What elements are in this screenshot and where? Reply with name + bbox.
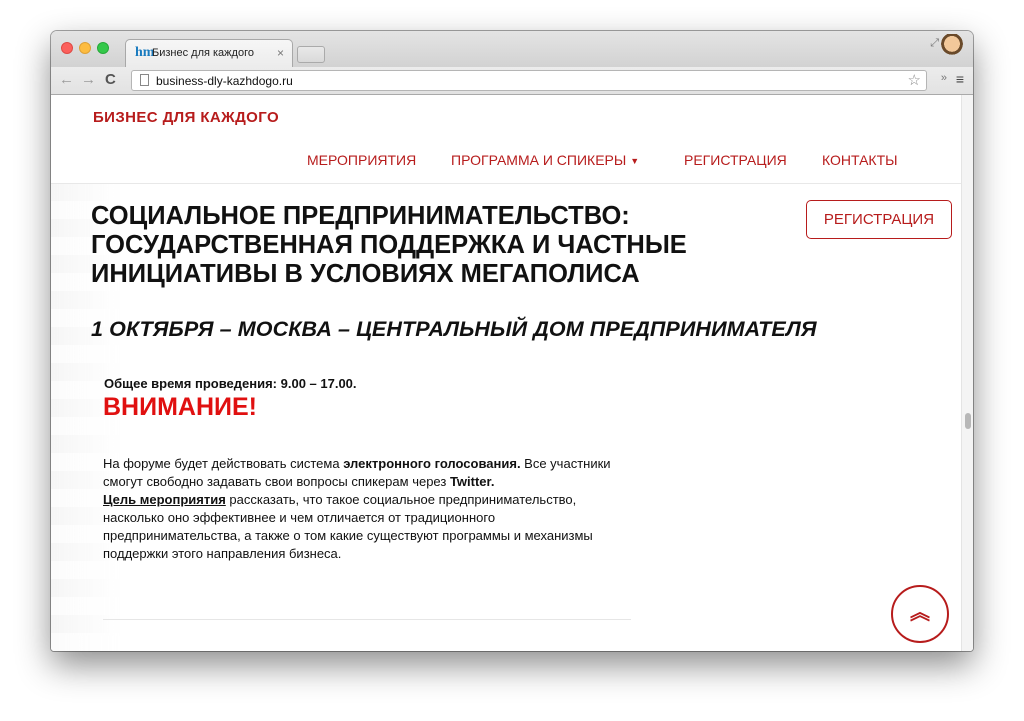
reload-icon[interactable]: C xyxy=(105,71,116,89)
tab-strip: hm Бизнес для каждого × ⤢ xyxy=(51,31,973,67)
fullscreen-icon[interactable]: ⤢ xyxy=(930,37,939,50)
extensions-chevron-icon[interactable]: » xyxy=(941,72,947,84)
register-button[interactable]: РЕГИСТРАЦИЯ xyxy=(806,200,952,239)
forward-icon[interactable]: → xyxy=(81,71,96,89)
scrollbar-thumb[interactable] xyxy=(965,413,971,429)
nav-item-events[interactable]: МЕРОПРИЯТИЯ xyxy=(307,152,416,168)
desc-twitter: Twitter. xyxy=(449,474,495,489)
menu-icon[interactable]: ≡ xyxy=(956,71,964,87)
zoom-window-button[interactable] xyxy=(97,42,109,54)
page-viewport: БИЗНЕС ДЛЯ КАЖДОГО МЕРОПРИЯТИЯ ПРОГРАММА… xyxy=(51,95,973,651)
goal-link[interactable]: Цель мероприятия xyxy=(103,492,226,507)
new-tab-button[interactable] xyxy=(297,46,325,63)
attention-heading: ВНИМАНИЕ! xyxy=(103,393,257,421)
vertical-scrollbar[interactable] xyxy=(961,95,973,651)
double-chevron-up-icon: ︽ xyxy=(910,602,930,624)
tab-title: Бизнес для каждого xyxy=(152,47,254,59)
desc-text: На форуме будет действовать система xyxy=(103,456,344,471)
page-icon xyxy=(140,74,149,86)
scroll-to-top-button[interactable]: ︽ xyxy=(891,585,949,643)
nav-item-program-label: ПРОГРАММА И СПИКЕРЫ xyxy=(451,152,627,168)
tab-business[interactable]: hm Бизнес для каждого × xyxy=(125,39,293,67)
minimize-window-button[interactable] xyxy=(79,42,91,54)
address-bar[interactable]: business-dly-kazhdogo.ru ☆ xyxy=(131,70,927,91)
nav-item-registration[interactable]: РЕГИСТРАЦИЯ xyxy=(684,152,787,168)
nav-item-contacts[interactable]: КОНТАКТЫ xyxy=(822,152,898,168)
event-description: На форуме будет действовать система элек… xyxy=(103,455,633,563)
content-divider xyxy=(103,619,631,620)
desc-voting: электронного голосования. xyxy=(343,456,521,471)
site-brand[interactable]: БИЗНЕС ДЛЯ КАЖДОГО xyxy=(93,109,279,126)
bookmark-star-icon[interactable]: ☆ xyxy=(908,71,921,89)
tab-close-icon[interactable]: × xyxy=(277,46,284,60)
event-duration: Общее время проведения: 9.00 – 17.00. xyxy=(104,376,357,391)
page-title: СОЦИАЛЬНОЕ ПРЕДПРИНИМАТЕЛЬСТВО: ГОСУДАРС… xyxy=(91,202,791,289)
close-window-button[interactable] xyxy=(61,42,73,54)
browser-window: hm Бизнес для каждого × ⤢ ← → C business… xyxy=(51,31,973,651)
title-line: СОЦИАЛЬНОЕ ПРЕДПРИНИМАТЕЛЬСТВО: xyxy=(91,202,630,230)
header-divider xyxy=(51,183,961,184)
url-text[interactable]: business-dly-kazhdogo.ru xyxy=(156,74,293,88)
nav-item-program[interactable]: ПРОГРАММА И СПИКЕРЫ ▼ xyxy=(451,152,639,168)
browser-toolbar: ← → C business-dly-kazhdogo.ru ☆ » ≡ xyxy=(51,67,973,95)
profile-avatar[interactable] xyxy=(941,34,963,60)
title-line: ИНИЦИАТИВЫ В УСЛОВИЯХ МЕГАПОЛИСА xyxy=(91,260,640,288)
caret-down-icon: ▼ xyxy=(630,156,640,166)
event-date-location: 1 ОКТЯБРЯ – МОСКВА – ЦЕНТРАЛЬНЫЙ ДОМ ПРЕ… xyxy=(91,317,817,341)
back-icon[interactable]: ← xyxy=(59,71,74,89)
title-line: ГОСУДАРСТВЕННАЯ ПОДДЕРЖКА И ЧАСТНЫЕ xyxy=(91,231,687,259)
